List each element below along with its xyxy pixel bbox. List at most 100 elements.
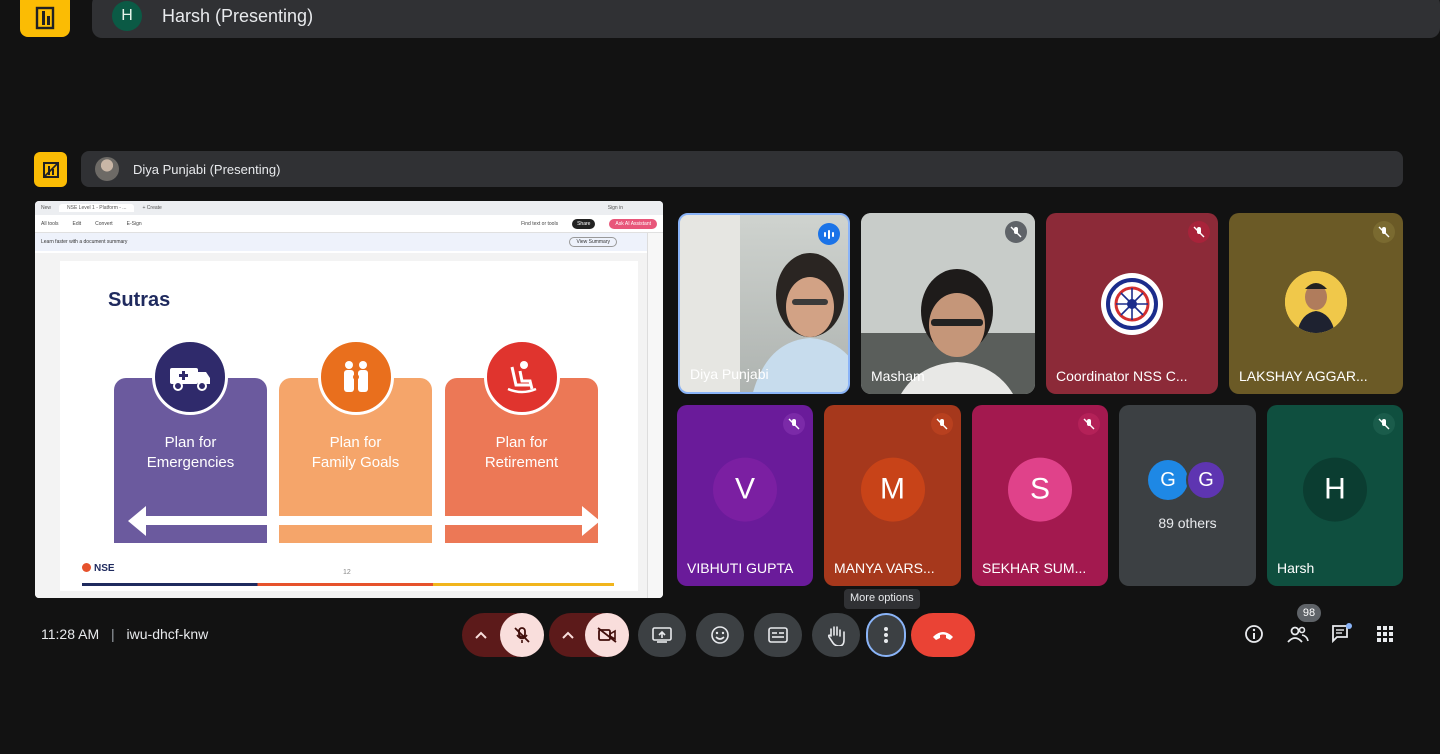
participant-tile[interactable]: Coordinator NSS C... xyxy=(1046,213,1218,394)
ambulance-icon xyxy=(152,339,228,415)
mic-group xyxy=(462,613,544,657)
participant-name: SEKHAR SUM... xyxy=(982,560,1087,576)
speaking-indicator-icon xyxy=(818,223,840,245)
emoji-icon xyxy=(711,626,729,644)
participant-name: MANYA VARS... xyxy=(834,560,935,576)
card-line: Plan for xyxy=(329,434,382,451)
participant-tile[interactable]: Masham xyxy=(861,213,1035,394)
activities-button[interactable] xyxy=(1373,622,1397,646)
others-tile[interactable]: G G 89 others xyxy=(1119,405,1256,586)
participant-name: Masham xyxy=(871,368,925,384)
avatar: G xyxy=(1148,460,1188,500)
meeting-code: iwu-dhcf-knw xyxy=(126,626,209,642)
share-button[interactable]: Share xyxy=(572,218,596,229)
find-text[interactable]: Find text or tools xyxy=(521,221,558,227)
avatar: M xyxy=(860,457,925,522)
present-screen-icon xyxy=(652,627,672,643)
mic-toggle-button[interactable] xyxy=(500,613,544,657)
presenter-label: Diya Punjabi (Presenting) xyxy=(133,161,281,177)
mic-options-chevron-up-icon[interactable] xyxy=(462,613,500,657)
card-line: Retirement xyxy=(484,454,559,471)
slide-title: Sutras xyxy=(108,289,171,311)
people-icon xyxy=(1287,626,1309,643)
meeting-details-button[interactable] xyxy=(1242,622,1266,646)
presenter-bar[interactable]: Diya Punjabi (Presenting) xyxy=(81,151,1403,187)
footer-stripe xyxy=(82,583,614,586)
sign-in-link[interactable]: Sign in xyxy=(608,205,623,211)
card-line: Plan for xyxy=(495,434,548,451)
document-area: Sutras Plan for Emergencies Plan for Famil… xyxy=(35,253,647,598)
presenting-pin-icon[interactable] xyxy=(20,0,70,37)
participant-tile[interactable]: S SEKHAR SUM... xyxy=(972,405,1108,586)
mic-off-icon xyxy=(514,627,530,643)
card-line: Plan for xyxy=(164,434,217,451)
participant-tile[interactable]: Diya Punjabi xyxy=(678,213,850,394)
participant-tile[interactable]: LAKSHAY AGGAR... xyxy=(1229,213,1403,394)
chat-icon xyxy=(1332,623,1352,644)
avatar: S xyxy=(1008,457,1072,522)
timeline-arrow xyxy=(142,516,582,525)
separator: | xyxy=(111,626,115,642)
mic-off-icon xyxy=(1373,221,1395,243)
pdf-menubar: All tools Edit Convert E-Sign Find text … xyxy=(35,215,663,233)
participant-name: LAKSHAY AGGAR... xyxy=(1239,368,1368,384)
captions-button[interactable] xyxy=(754,613,802,657)
browser-tab[interactable]: New xyxy=(41,205,51,211)
camera-toggle-button[interactable] xyxy=(585,613,629,657)
browser-tab[interactable]: NSE Level 1 - Platform - ... xyxy=(59,204,135,212)
camera-options-chevron-up-icon[interactable] xyxy=(549,613,587,657)
avatar: V xyxy=(713,457,777,522)
avatar xyxy=(1285,271,1347,333)
menu-item[interactable]: E-Sign xyxy=(127,221,142,227)
participant-tile[interactable]: H Harsh xyxy=(1267,405,1403,586)
participant-name: Coordinator NSS C... xyxy=(1056,368,1188,384)
browser-tab[interactable]: + Create xyxy=(142,205,161,211)
summary-notice: Learn faster with a document summary Vie… xyxy=(35,233,663,251)
avatar: G xyxy=(1186,460,1226,500)
meeting-info: 11:28 AM | iwu-dhcf-knw xyxy=(41,626,208,642)
others-count: 89 others xyxy=(1158,515,1217,531)
mic-off-icon xyxy=(931,413,953,435)
avatar xyxy=(95,157,119,181)
camera-off-icon xyxy=(597,627,617,643)
rocking-chair-icon xyxy=(484,339,560,415)
menu-item[interactable]: All tools xyxy=(41,221,59,227)
camera-group xyxy=(549,613,629,657)
hand-icon xyxy=(827,626,845,646)
pdf-side-toolbar[interactable] xyxy=(647,233,663,598)
nse-logo-text: NSE xyxy=(94,563,115,574)
participant-tile[interactable]: M MANYA VARS... xyxy=(824,405,961,586)
end-call-icon xyxy=(933,632,953,640)
notice-text: Learn faster with a document summary xyxy=(41,239,128,245)
presenting-pin-icon[interactable] xyxy=(34,152,67,187)
more-options-button[interactable] xyxy=(866,613,906,657)
nse-logo: NSE xyxy=(82,563,115,574)
apps-grid-icon xyxy=(1377,626,1393,642)
slide: Sutras Plan for Emergencies Plan for Famil… xyxy=(60,261,638,591)
mic-off-icon xyxy=(783,413,805,435)
more-options-tooltip: More options xyxy=(844,589,920,609)
participant-name: Harsh xyxy=(1277,560,1315,576)
ask-ai-button[interactable]: Ask AI Assistant xyxy=(609,218,657,229)
presenter-bar[interactable]: H Harsh (Presenting) xyxy=(92,0,1440,38)
shared-screen: New NSE Level 1 - Platform - ... + Creat… xyxy=(35,201,663,598)
participant-tile[interactable]: V VIBHUTI GUPTA xyxy=(677,405,813,586)
page-number: 12 xyxy=(343,569,351,576)
info-icon xyxy=(1245,625,1263,643)
people-button[interactable] xyxy=(1286,622,1310,646)
end-call-button[interactable] xyxy=(911,613,975,657)
more-vert-icon xyxy=(884,627,888,643)
participant-name: VIBHUTI GUPTA xyxy=(687,560,794,576)
arrow-right-icon xyxy=(582,506,600,536)
clock: 11:28 AM xyxy=(41,626,100,642)
menu-item[interactable]: Convert xyxy=(95,221,113,227)
present-screen-button[interactable] xyxy=(638,613,686,657)
view-summary-button[interactable]: View Summary xyxy=(569,237,617,247)
participant-name: Diya Punjabi xyxy=(690,366,769,382)
avatar: H xyxy=(112,1,142,31)
nss-logo-icon xyxy=(1101,273,1163,335)
chat-button[interactable] xyxy=(1329,622,1353,646)
menu-item[interactable]: Edit xyxy=(73,221,82,227)
raise-hand-button[interactable] xyxy=(812,613,860,657)
reactions-button[interactable] xyxy=(696,613,744,657)
